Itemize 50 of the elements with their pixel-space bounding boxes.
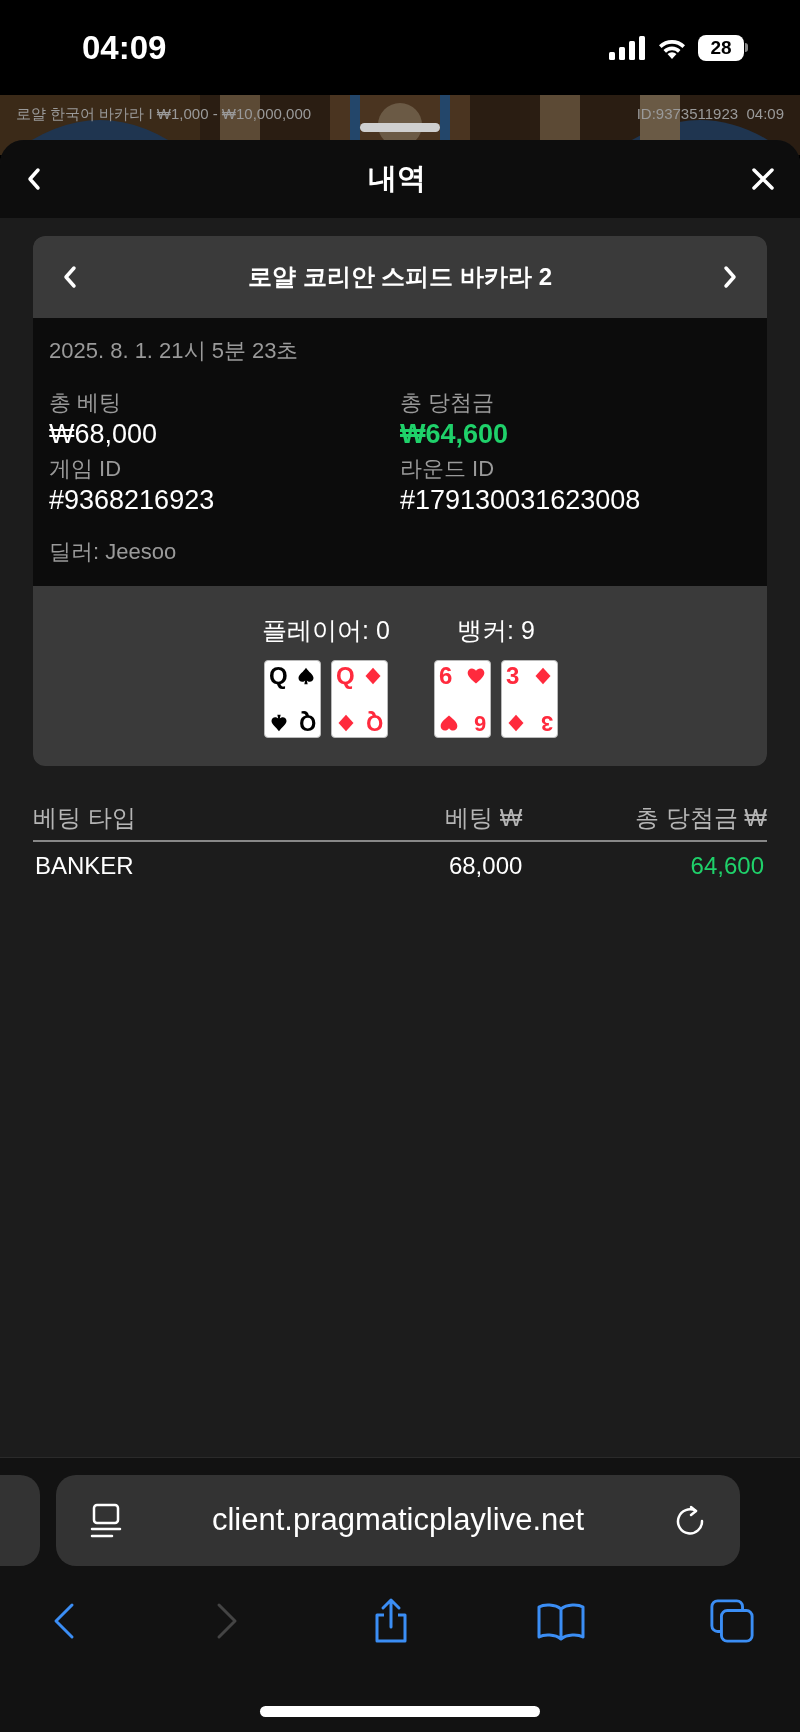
field-value: ₩68,000	[49, 418, 159, 451]
url-text: client.pragmaticplaylive.net	[211, 1501, 585, 1540]
chevron-right-icon	[723, 265, 737, 289]
spade-icon	[269, 712, 289, 733]
sheet-title: 내역	[368, 161, 426, 197]
page-menu-icon	[90, 1502, 122, 1539]
game-title: 로얄 코리안 스피드 바카라 2	[248, 262, 552, 292]
chevron-left-icon	[27, 167, 41, 191]
card-rank: 6	[473, 711, 486, 734]
round-datetime: 2025. 8. 1. 21시 5분 23초	[49, 337, 300, 365]
table-cell-text: 68,000	[447, 850, 523, 881]
column-header: 베팅 ₩	[277, 799, 523, 842]
reload-icon	[674, 1504, 706, 1537]
signal-icon	[608, 35, 646, 60]
field-label: 게임 ID	[49, 455, 123, 483]
book-icon	[535, 1601, 586, 1641]
card-rank: Q	[298, 711, 316, 734]
field-label: 총 당첨금	[400, 389, 496, 417]
field-value: ₩64,600	[400, 418, 510, 451]
battery-level: 28	[710, 38, 732, 57]
chevron-left-icon	[63, 265, 77, 289]
address-bar[interactable]: client.pragmaticplaylive.net	[56, 1475, 740, 1566]
card-rank: 3	[505, 663, 520, 688]
chevron-left-icon	[52, 1601, 76, 1641]
field-label: 라운드 ID	[400, 455, 496, 483]
tabs-button[interactable]	[708, 1597, 756, 1645]
card-rank: Q	[336, 663, 355, 688]
close-icon	[751, 167, 775, 191]
dealer-name: 딜러: Jeesoo	[49, 538, 178, 566]
diamond-icon	[363, 665, 383, 686]
card-rank: Q	[365, 711, 383, 734]
status-time: 04:09	[82, 27, 167, 68]
field-value: #9368216923	[49, 484, 216, 517]
table-cell-text: BANKER	[34, 850, 135, 881]
hand-score: 뱅커: 9	[457, 615, 535, 646]
card-rank: 3	[540, 711, 553, 734]
drag-handle[interactable]	[360, 123, 440, 132]
table-info: 로얄 한국어 바카라 I ₩1,000 - ₩10,000,000	[16, 104, 312, 124]
spade-icon	[296, 665, 316, 686]
field-label: 총 베팅	[49, 389, 123, 417]
game-id-time: ID:9373511923 04:09	[636, 104, 784, 124]
column-header: 베팅 타입	[33, 799, 278, 842]
field-value: #179130031623008	[400, 484, 642, 517]
card-rank: Q	[269, 663, 288, 688]
card-rank: 6	[438, 663, 453, 688]
diamond-icon	[336, 712, 356, 733]
table-cell-text: 64,600	[689, 850, 765, 881]
tabs-icon	[709, 1598, 755, 1644]
column-header: 총 당첨금 ₩	[522, 799, 767, 842]
hand-score: 플레이어: 0	[262, 615, 390, 646]
